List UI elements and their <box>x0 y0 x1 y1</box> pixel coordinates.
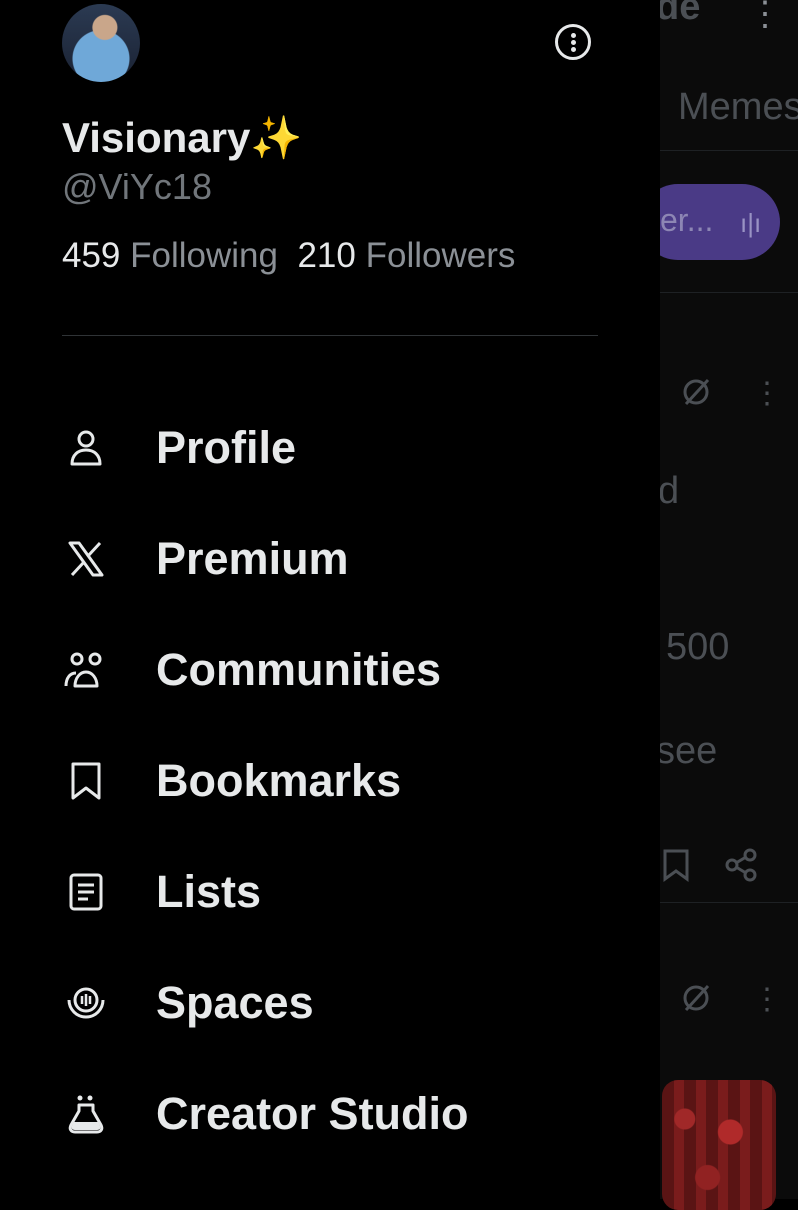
post-text-fragment: 500 <box>666 626 730 668</box>
menu-item-creator-studio[interactable]: Creator Studio <box>62 1058 622 1169</box>
user-handle: @ViYc18 <box>62 166 212 207</box>
menu-item-bookmarks[interactable]: Bookmarks <box>62 725 622 836</box>
share-icon[interactable] <box>724 848 758 887</box>
feed-header-fragment: de <box>656 0 701 28</box>
menu-item-premium[interactable]: Premium <box>62 503 622 614</box>
post-text-fragment: see <box>656 730 718 772</box>
x-logo-icon <box>62 535 110 583</box>
menu-item-spaces[interactable]: Spaces <box>62 947 622 1058</box>
bookmark-icon <box>62 757 110 805</box>
grok-icon[interactable] <box>680 982 712 1019</box>
following-count: 459 <box>62 236 121 275</box>
feed-divider <box>660 292 798 293</box>
menu-item-profile[interactable]: Profile <box>62 392 622 503</box>
display-name: Visionary✨ <box>62 114 303 161</box>
feed-divider <box>660 150 798 151</box>
menu-item-label: Bookmarks <box>156 754 402 806</box>
spaces-pill-text: er... <box>660 202 714 238</box>
post-more-icon[interactable]: ⋮ <box>752 982 782 1017</box>
bookmark-icon[interactable] <box>662 848 690 887</box>
drawer-divider <box>62 335 598 336</box>
menu-item-label: Communities <box>156 643 442 695</box>
menu-item-communities[interactable]: Communities <box>62 614 622 725</box>
drawer-menu: Profile Premium Communities Bookmarks Li… <box>62 392 622 1169</box>
feed-divider <box>660 902 798 903</box>
audio-wave-icon: ı|ı <box>740 208 762 238</box>
followers-link[interactable]: 210 Followers <box>297 236 515 275</box>
spaces-icon <box>62 979 110 1027</box>
post-more-icon[interactable]: ⋮ <box>752 376 782 411</box>
following-label: Following <box>130 236 278 275</box>
post-text-fragment: d <box>658 470 680 512</box>
menu-item-label: Creator Studio <box>156 1087 469 1139</box>
person-icon <box>62 424 110 472</box>
tab-memes[interactable]: Memes <box>678 86 798 129</box>
post-image[interactable] <box>662 1080 776 1210</box>
avatar[interactable] <box>62 4 140 82</box>
followers-label: Followers <box>365 236 516 275</box>
menu-item-label: Lists <box>156 865 262 917</box>
spaces-pill[interactable]: er... ı|ı <box>640 184 780 260</box>
feed-more-icon[interactable]: ⋮ <box>748 0 782 34</box>
menu-item-lists[interactable]: Lists <box>62 836 622 947</box>
following-link[interactable]: 459 Following <box>62 236 278 275</box>
menu-item-label: Premium <box>156 532 349 584</box>
flask-icon <box>62 1090 110 1138</box>
menu-item-label: Spaces <box>156 976 314 1028</box>
follow-stats: 459 Following 210 Followers <box>62 236 515 276</box>
list-icon <box>62 868 110 916</box>
communities-icon <box>62 646 110 694</box>
account-more-button[interactable] <box>555 24 591 60</box>
menu-item-label: Profile <box>156 421 297 473</box>
grok-icon[interactable] <box>680 376 712 413</box>
navigation-drawer: Visionary✨ @ViYc18 459 Following 210 Fol… <box>0 0 660 1199</box>
followers-count: 210 <box>297 236 356 275</box>
